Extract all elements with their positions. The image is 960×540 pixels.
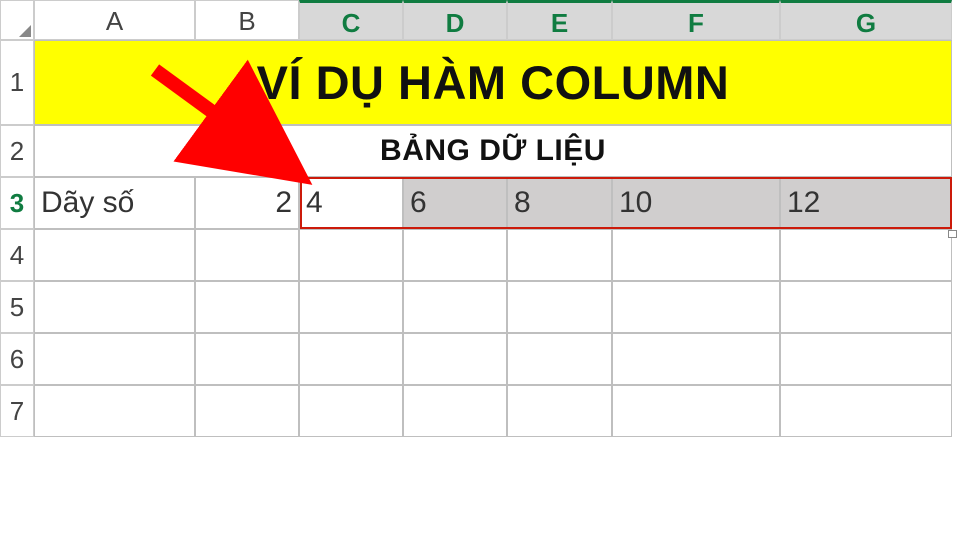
cell-D6[interactable] (403, 333, 507, 385)
cell-D4[interactable] (403, 229, 507, 281)
cell-A2-subtitle[interactable]: BẢNG DỮ LIỆU (34, 125, 952, 177)
cell-A1-title[interactable]: VÍ DỤ HÀM COLUMN (34, 40, 952, 125)
cell-D5[interactable] (403, 281, 507, 333)
cell-A3[interactable]: Dãy số (34, 177, 195, 229)
cell-C7[interactable] (299, 385, 403, 437)
row-header-1[interactable]: 1 (0, 40, 34, 125)
cell-C6[interactable] (299, 333, 403, 385)
cell-A4[interactable] (34, 229, 195, 281)
row-header-4[interactable]: 4 (0, 229, 34, 281)
col-header-E[interactable]: E (507, 0, 612, 40)
col-header-F[interactable]: F (612, 0, 780, 40)
cell-E4[interactable] (507, 229, 612, 281)
cell-E5[interactable] (507, 281, 612, 333)
cell-G6[interactable] (780, 333, 952, 385)
cell-A5[interactable] (34, 281, 195, 333)
cell-F5[interactable] (612, 281, 780, 333)
row-header-6[interactable]: 6 (0, 333, 34, 385)
row-header-3[interactable]: 3 (0, 177, 34, 229)
cell-G4[interactable] (780, 229, 952, 281)
cell-B7[interactable] (195, 385, 299, 437)
cell-G5[interactable] (780, 281, 952, 333)
cell-G3[interactable]: 12 (780, 177, 952, 229)
col-header-A[interactable]: A (34, 0, 195, 40)
cell-A7[interactable] (34, 385, 195, 437)
col-header-G[interactable]: G (780, 0, 952, 40)
cell-B4[interactable] (195, 229, 299, 281)
cell-F7[interactable] (612, 385, 780, 437)
cell-E7[interactable] (507, 385, 612, 437)
col-header-B[interactable]: B (195, 0, 299, 40)
cell-C4[interactable] (299, 229, 403, 281)
cell-F4[interactable] (612, 229, 780, 281)
cell-B3[interactable]: 2 (195, 177, 299, 229)
row-header-7[interactable]: 7 (0, 385, 34, 437)
row-header-5[interactable]: 5 (0, 281, 34, 333)
title-text: VÍ DỤ HÀM COLUMN (257, 55, 730, 110)
cell-F3[interactable]: 10 (612, 177, 780, 229)
cell-E6[interactable] (507, 333, 612, 385)
cell-D7[interactable] (403, 385, 507, 437)
subtitle-text: BẢNG DỮ LIỆU (380, 134, 606, 168)
cell-D3[interactable]: 6 (403, 177, 507, 229)
cell-C3[interactable]: 4 (299, 177, 403, 229)
cell-E3[interactable]: 8 (507, 177, 612, 229)
cell-B5[interactable] (195, 281, 299, 333)
cell-F6[interactable] (612, 333, 780, 385)
cell-B6[interactable] (195, 333, 299, 385)
select-all-corner[interactable] (0, 0, 34, 40)
cell-A6[interactable] (34, 333, 195, 385)
cell-G7[interactable] (780, 385, 952, 437)
cell-C5[interactable] (299, 281, 403, 333)
spreadsheet-grid: A B C D E F G 1 VÍ DỤ HÀM COLUMN 2 BẢNG … (0, 0, 960, 437)
row-header-2[interactable]: 2 (0, 125, 34, 177)
col-header-D[interactable]: D (403, 0, 507, 40)
col-header-C[interactable]: C (299, 0, 403, 40)
